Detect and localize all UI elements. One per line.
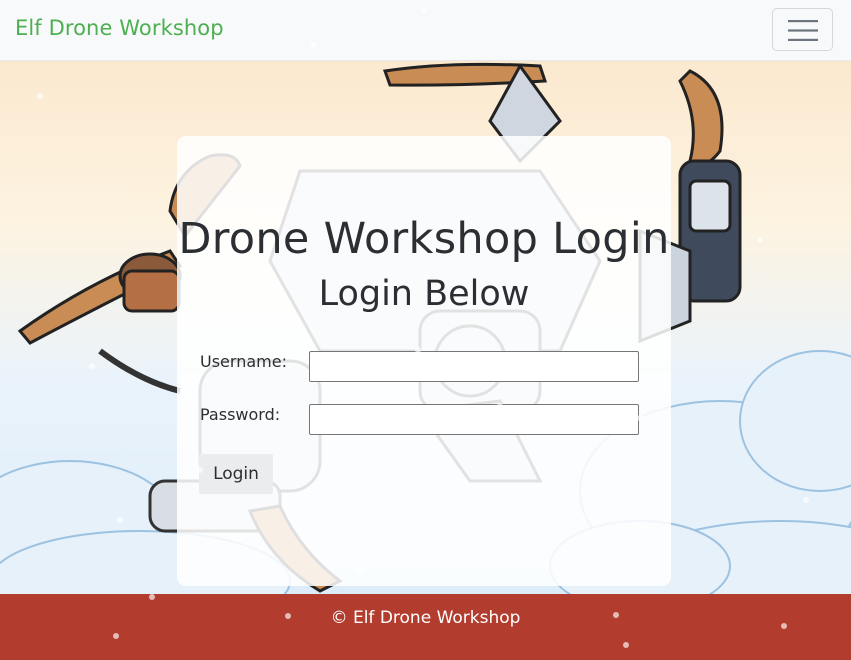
password-label: Password: [200, 405, 281, 424]
username-label: Username: [200, 352, 287, 371]
navbar-toggle-button[interactable] [772, 8, 833, 51]
footer-copyright: © Elf Drone Workshop [330, 608, 521, 628]
username-input[interactable] [309, 351, 639, 382]
navbar: Elf Drone Workshop [0, 0, 851, 61]
password-input[interactable] [309, 404, 639, 435]
page-title: Drone Workshop Login [178, 214, 670, 264]
brand-link[interactable]: Elf Drone Workshop [15, 16, 224, 40]
login-card: Drone Workshop Login Login Below Usernam… [177, 136, 671, 586]
login-button[interactable]: Login [199, 454, 273, 494]
hamburger-menu-icon [788, 20, 818, 41]
page-subtitle: Login Below [318, 274, 530, 314]
footer: © Elf Drone Workshop [0, 594, 851, 660]
